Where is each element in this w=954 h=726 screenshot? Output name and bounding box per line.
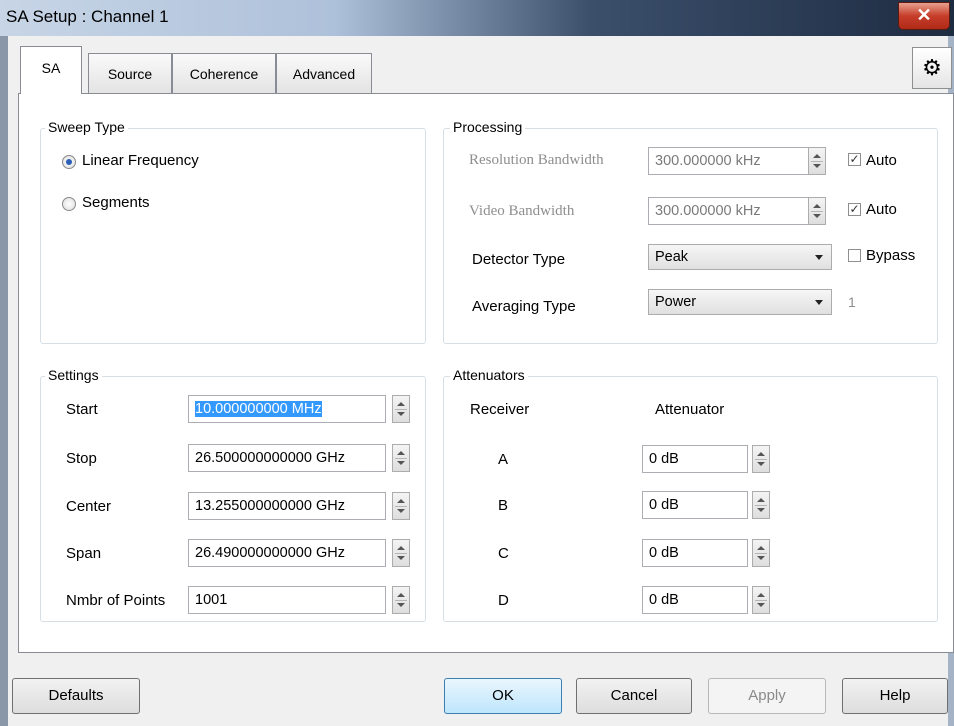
apply-button[interactable]: Apply [708, 678, 826, 714]
close-icon: ✕ [916, 5, 932, 25]
tab-sa-label: SA [41, 60, 61, 76]
resolution-bandwidth-input[interactable]: 300.000000 kHz [648, 147, 810, 175]
receiver-column-header: Receiver [470, 401, 530, 418]
receiver-c-label: C [498, 545, 509, 562]
segments-radio[interactable] [62, 197, 76, 211]
bypass-checkbox[interactable] [848, 249, 861, 262]
linear-frequency-radio[interactable] [62, 155, 76, 169]
averaging-count: 1 [848, 294, 856, 310]
chevron-down-icon [815, 255, 823, 260]
help-button[interactable]: Help [842, 678, 948, 714]
tab-coherence[interactable]: Coherence [172, 53, 276, 93]
ok-button[interactable]: OK [444, 678, 562, 714]
attenuator-a-input[interactable]: 0 dB [642, 445, 748, 473]
receiver-b-label: B [498, 497, 509, 514]
number-of-points-spinner[interactable] [392, 586, 410, 614]
stop-label: Stop [66, 450, 97, 467]
start-spinner[interactable] [392, 395, 410, 423]
video-bandwidth-spinner[interactable] [808, 197, 826, 225]
stop-input[interactable]: 26.500000000000 GHz [188, 444, 386, 472]
gear-icon: ⚙ [922, 55, 942, 80]
defaults-button[interactable]: Defaults [12, 678, 140, 714]
tab-source-label: Source [107, 66, 153, 82]
center-input[interactable]: 13.255000000000 GHz [188, 492, 386, 520]
span-spinner[interactable] [392, 539, 410, 567]
cancel-button[interactable]: Cancel [576, 678, 692, 714]
attenuator-b-spinner[interactable] [752, 491, 770, 519]
resolution-bandwidth-label: Resolution Bandwidth [469, 152, 604, 168]
detector-type-label: Detector Type [472, 251, 566, 268]
span-label: Span [66, 545, 102, 562]
tab-advanced[interactable]: Advanced [276, 53, 372, 93]
attenuator-c-input[interactable]: 0 dB [642, 539, 748, 567]
attenuators-legend: Attenuators [450, 367, 528, 383]
receiver-a-label: A [498, 451, 509, 468]
start-input[interactable]: 10.000000000 MHz [188, 395, 386, 423]
center-label: Center [66, 498, 112, 515]
stop-spinner[interactable] [392, 444, 410, 472]
settings-button[interactable]: ⚙ [912, 47, 952, 89]
detector-type-value: Peak [655, 249, 689, 265]
settings-legend: Settings [45, 367, 102, 383]
processing-legend: Processing [450, 119, 526, 135]
attenuator-a-spinner[interactable] [752, 445, 770, 473]
detector-type-dropdown[interactable]: Peak [648, 244, 832, 270]
span-input[interactable]: 26.490000000000 GHz [188, 539, 386, 567]
segments-label[interactable]: Segments [82, 194, 150, 211]
start-value: 10.000000000 MHz [195, 401, 322, 417]
tab-advanced-label: Advanced [292, 66, 356, 82]
sweep-type-legend: Sweep Type [45, 119, 128, 135]
video-bandwidth-auto-checkbox[interactable]: ✓ [848, 203, 861, 216]
resolution-bandwidth-auto-checkbox[interactable]: ✓ [848, 153, 861, 166]
video-bandwidth-label: Video Bandwidth [469, 203, 575, 219]
tab-source[interactable]: Source [88, 53, 172, 93]
window-frame-left [0, 36, 8, 726]
number-of-points-input[interactable]: 1001 [188, 586, 386, 614]
tab-coherence-label: Coherence [189, 66, 259, 82]
attenuator-b-input[interactable]: 0 dB [642, 491, 748, 519]
attenuator-column-header: Attenuator [655, 401, 725, 418]
center-spinner[interactable] [392, 492, 410, 520]
title-bar: SA Setup : Channel 1 ✕ [0, 0, 954, 37]
video-bandwidth-input[interactable]: 300.000000 kHz [648, 197, 810, 225]
averaging-type-dropdown[interactable]: Power [648, 289, 832, 315]
video-bandwidth-auto-label[interactable]: Auto [866, 201, 897, 218]
attenuator-d-spinner[interactable] [752, 586, 770, 614]
linear-frequency-label[interactable]: Linear Frequency [82, 152, 199, 169]
attenuator-d-input[interactable]: 0 dB [642, 586, 748, 614]
window-title: SA Setup : Channel 1 [6, 7, 169, 26]
close-button[interactable]: ✕ [898, 2, 950, 30]
bypass-label[interactable]: Bypass [866, 247, 915, 264]
averaging-type-value: Power [655, 294, 697, 310]
receiver-d-label: D [498, 592, 509, 609]
start-label: Start [66, 401, 98, 418]
chevron-down-icon [815, 300, 823, 305]
resolution-bandwidth-auto-label[interactable]: Auto [866, 152, 897, 169]
number-of-points-label: Nmbr of Points [66, 592, 166, 609]
attenuator-c-spinner[interactable] [752, 539, 770, 567]
averaging-type-label: Averaging Type [472, 298, 576, 315]
tab-sa[interactable]: SA [20, 46, 82, 94]
resolution-bandwidth-spinner[interactable] [808, 147, 826, 175]
